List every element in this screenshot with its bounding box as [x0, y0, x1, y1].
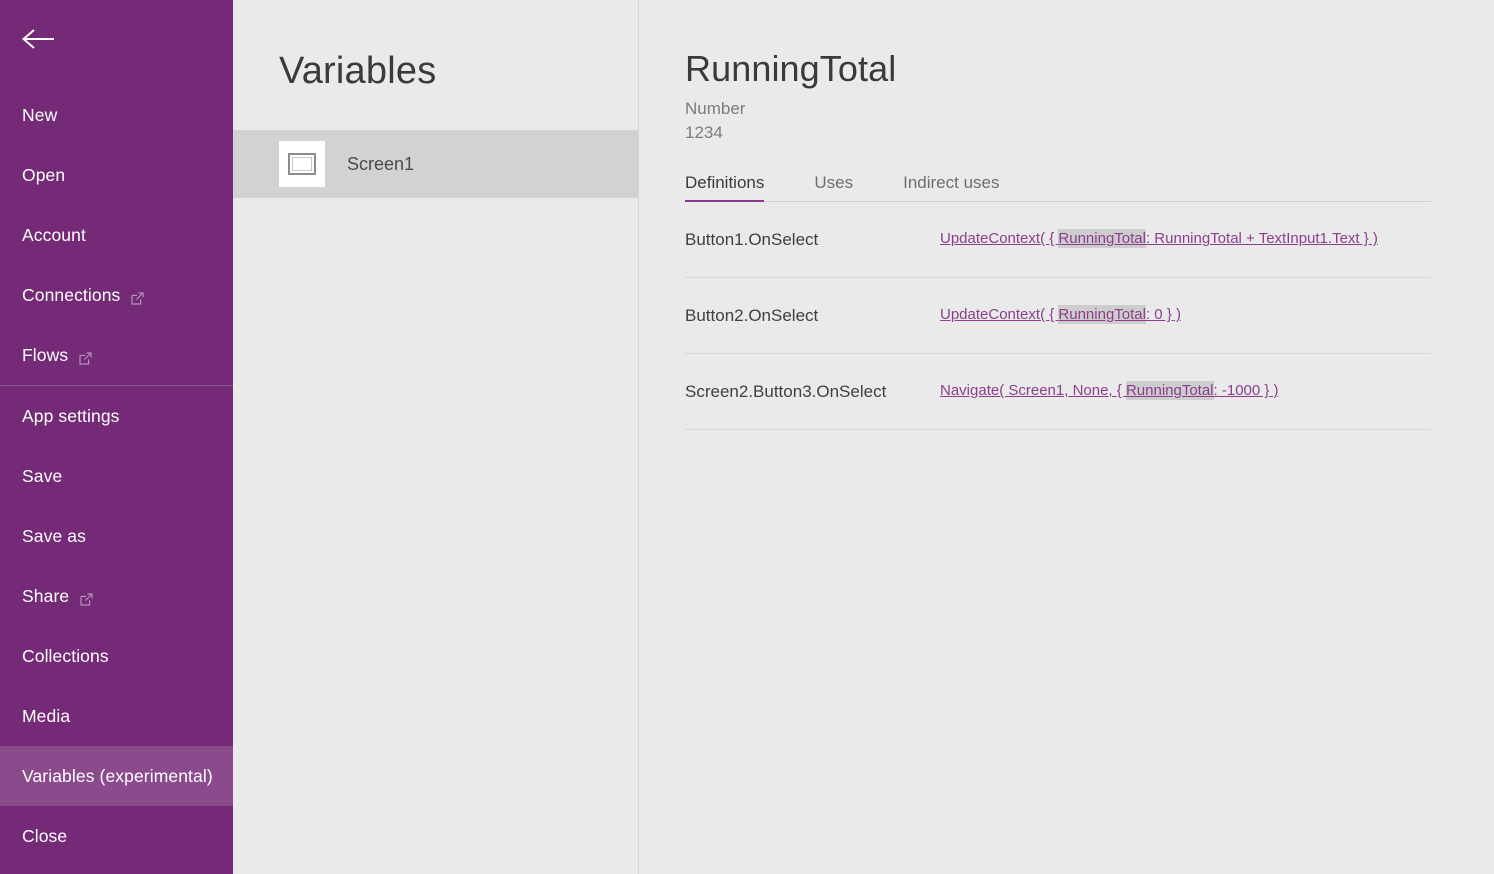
formula-suffix: : -1000 } ) [1214, 382, 1279, 399]
nav-item-label: Variables (experimental) [22, 766, 213, 787]
nav-item-label: Collections [22, 646, 109, 667]
formula-prefix: Navigate( Screen1, None, { [940, 382, 1126, 399]
nav-item-app-settings[interactable]: App settings [0, 386, 233, 446]
nav-item-label: Share [22, 586, 69, 607]
nav-item-save[interactable]: Save [0, 446, 233, 506]
formula-prefix: UpdateContext( { [940, 230, 1058, 247]
variable-name-heading: RunningTotal [685, 50, 1494, 88]
nav-item-connections[interactable]: Connections [0, 265, 233, 325]
definition-formula-link[interactable]: UpdateContext( { RunningTotal: RunningTo… [940, 202, 1431, 248]
nav-item-label: App settings [22, 406, 120, 427]
back-button[interactable] [0, 0, 233, 78]
definition-property-name: Button2.OnSelect [685, 278, 940, 326]
tab-indirect-uses[interactable]: Indirect uses [903, 173, 999, 201]
nav-item-label: Connections [22, 285, 120, 306]
nav-item-label: Save [22, 466, 62, 487]
tab-uses[interactable]: Uses [814, 173, 853, 201]
nav-item-label: Save as [22, 526, 86, 547]
back-arrow-icon[interactable] [20, 26, 56, 52]
page-title: Variables [233, 0, 638, 90]
table-row: Button1.OnSelectUpdateContext( { Running… [685, 202, 1431, 278]
left-nav-sidebar: New Open Account Connections Flows App settin… [0, 0, 233, 874]
variable-value-label: 1234 [685, 122, 1494, 143]
definitions-table: Button1.OnSelectUpdateContext( { Running… [685, 202, 1431, 430]
nav-item-list: New Open Account Connections Flows App settin… [0, 78, 233, 866]
nav-item-label: Close [22, 826, 67, 847]
open-external-icon [79, 349, 92, 362]
formula-prefix: UpdateContext( { [940, 306, 1058, 323]
nav-item-collections[interactable]: Collections [0, 626, 233, 686]
open-external-icon [80, 590, 93, 603]
nav-item-label: Flows [22, 345, 68, 366]
nav-item-label: Open [22, 165, 65, 186]
screen-list: Screen1 [233, 130, 638, 198]
table-row: Button2.OnSelectUpdateContext( { Running… [685, 278, 1431, 354]
nav-item-new[interactable]: New [0, 85, 233, 145]
definition-formula-link[interactable]: UpdateContext( { RunningTotal: 0 } ) [940, 278, 1431, 324]
open-external-icon [131, 292, 144, 305]
tab-definitions[interactable]: Definitions [685, 173, 764, 201]
variable-detail-panel: RunningTotal Number 1234 Definitions Uses… [638, 0, 1494, 874]
formula-variable-highlight: RunningTotal [1058, 229, 1146, 248]
formula-suffix: : RunningTotal + TextInput1.Text } ) [1146, 230, 1378, 247]
formula-variable-highlight: RunningTotal [1058, 305, 1146, 324]
open-external-icon [80, 593, 93, 606]
screen-icon [279, 141, 325, 187]
nav-item-label: New [22, 105, 57, 126]
nav-item-media[interactable]: Media [0, 686, 233, 746]
screen-item-label: Screen1 [347, 154, 414, 175]
nav-item-label: Media [22, 706, 70, 727]
nav-item-open[interactable]: Open [0, 145, 233, 205]
definition-formula-link[interactable]: Navigate( Screen1, None, { RunningTotal:… [940, 354, 1431, 400]
definition-property-name: Screen2.Button3.OnSelect [685, 354, 940, 402]
nav-item-save-as[interactable]: Save as [0, 506, 233, 566]
variable-type-label: Number [685, 98, 1494, 119]
open-external-icon [131, 289, 144, 302]
formula-suffix: : 0 } ) [1146, 306, 1181, 323]
open-external-icon [79, 352, 92, 365]
nav-item-share[interactable]: Share [0, 566, 233, 626]
formula-variable-highlight: RunningTotal [1126, 381, 1214, 400]
nav-item-flows[interactable]: Flows [0, 325, 233, 385]
screen-list-item[interactable]: Screen1 [233, 130, 638, 198]
definition-property-name: Button1.OnSelect [685, 202, 940, 250]
variables-panel: Variables Screen1 [233, 0, 638, 874]
nav-item-close[interactable]: Close [0, 806, 233, 866]
nav-item-label: Account [22, 225, 86, 246]
nav-item-account[interactable]: Account [0, 205, 233, 265]
detail-tabs: Definitions Uses Indirect uses [685, 173, 1431, 202]
app-window: New Open Account Connections Flows App settin… [0, 0, 1494, 874]
table-row: Screen2.Button3.OnSelectNavigate( Screen… [685, 354, 1431, 430]
nav-item-variables-experimental[interactable]: Variables (experimental) [0, 746, 233, 806]
